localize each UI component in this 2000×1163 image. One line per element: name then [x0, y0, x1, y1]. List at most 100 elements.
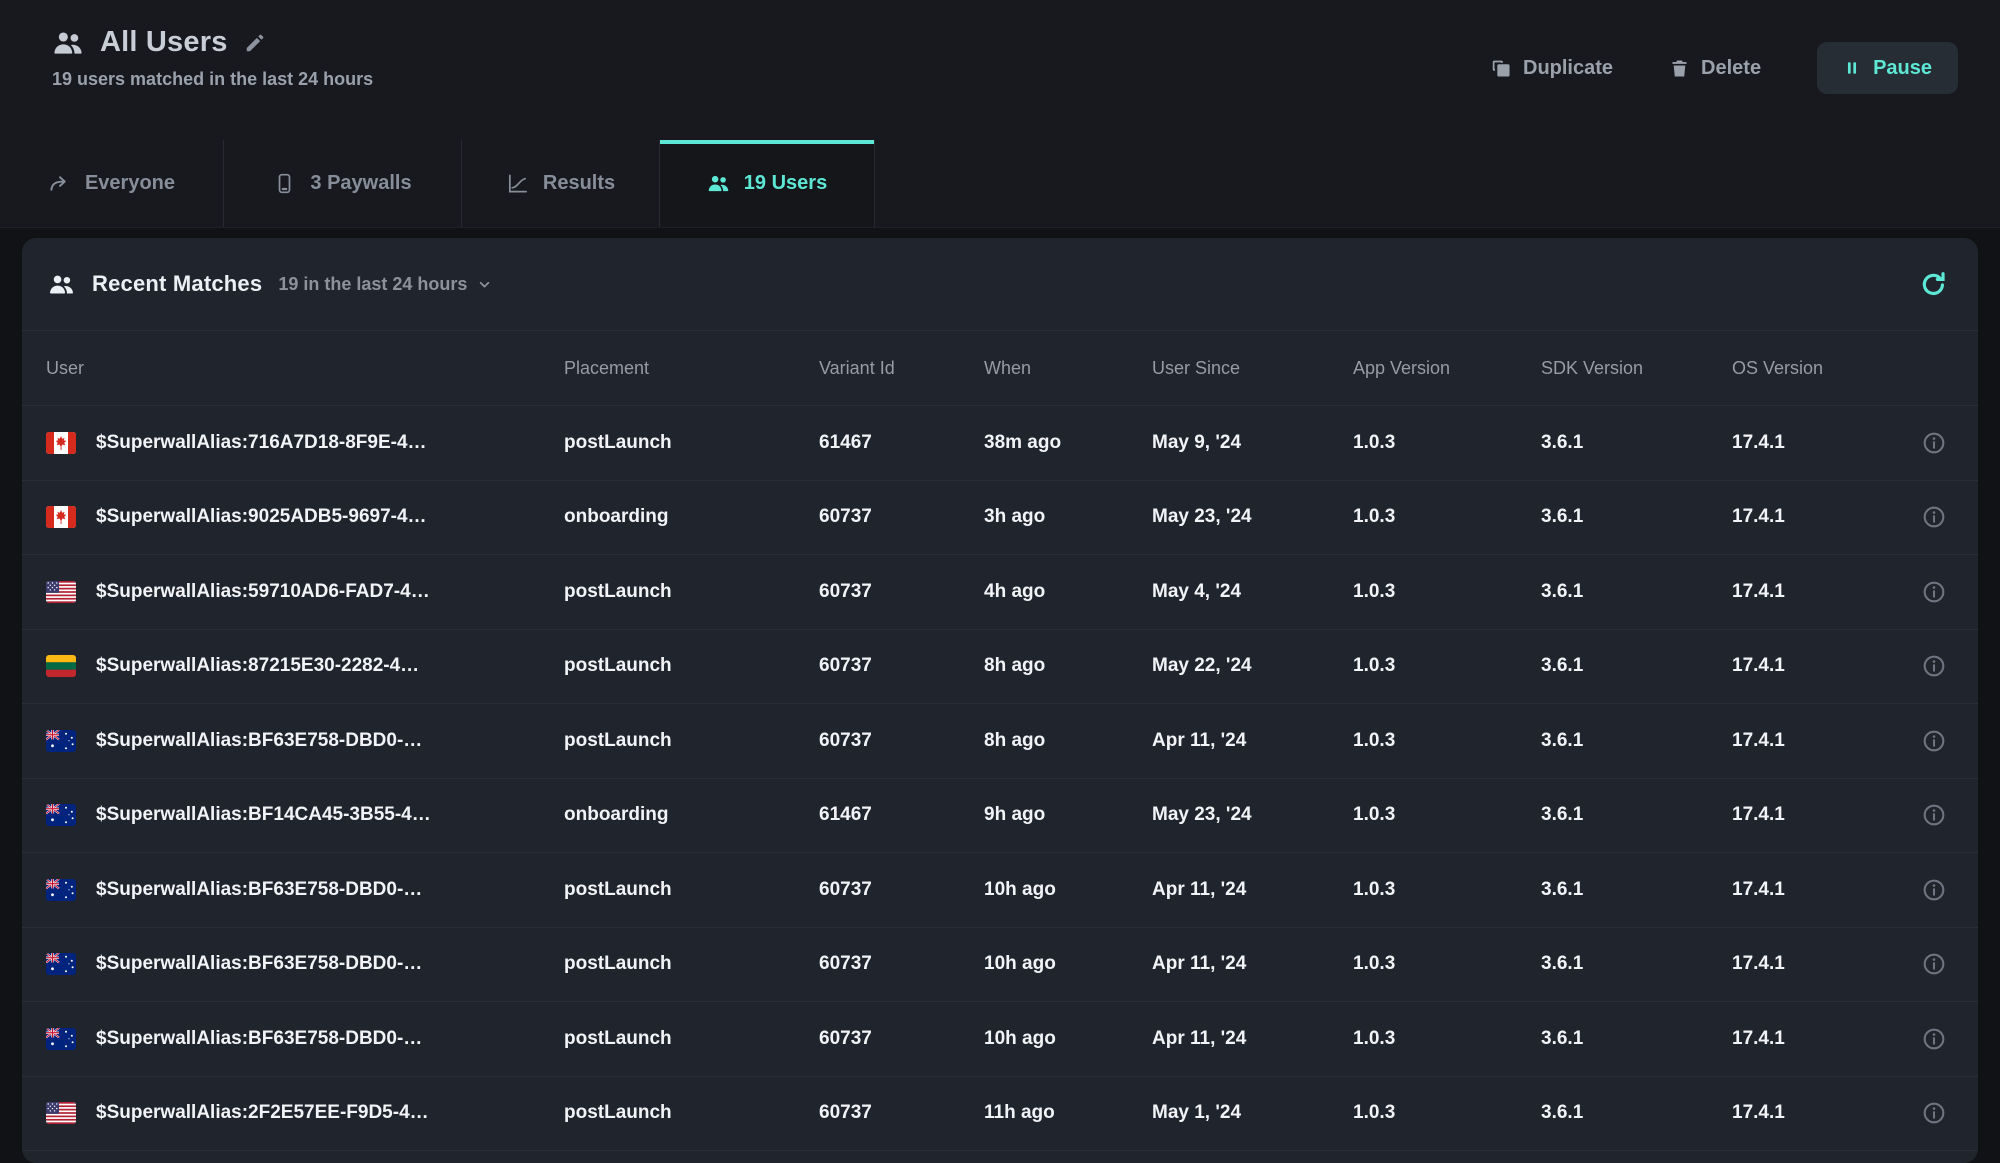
variant-id-cell: 60737 [819, 506, 984, 528]
recent-matches-card: Recent Matches 19 in the last 24 hours U… [22, 238, 1978, 1163]
app-version-cell: 1.0.3 [1353, 655, 1541, 677]
duplicate-icon [1491, 58, 1512, 79]
user-alias: $SuperwallAlias:87215E30-2282-4… [96, 655, 419, 677]
table-row[interactable]: $SuperwallAlias:2F2E57EE-F9D5-4… postLau… [22, 1076, 1978, 1151]
edit-pencil-icon[interactable] [244, 32, 266, 54]
sdk-version-cell: 3.6.1 [1541, 879, 1732, 901]
info-icon[interactable] [1921, 802, 1947, 828]
column-header: When [984, 358, 1152, 379]
placement-cell: onboarding [564, 506, 819, 528]
canada-flag-icon [46, 506, 76, 528]
main-area: Recent Matches 19 in the last 24 hours U… [0, 228, 2000, 1163]
info-icon[interactable] [1921, 653, 1947, 679]
app-version-cell: 1.0.3 [1353, 953, 1541, 975]
usa-flag-icon [46, 581, 76, 603]
sdk-version-cell: 3.6.1 [1541, 953, 1732, 975]
users-icon [48, 271, 75, 298]
tab-results[interactable]: Results [462, 140, 660, 227]
info-icon[interactable] [1921, 877, 1947, 903]
info-icon[interactable] [1921, 504, 1947, 530]
when-cell: 4h ago [984, 581, 1152, 603]
table-body: $SuperwallAlias:716A7D18-8F9E-4… postLau… [22, 405, 1978, 1150]
user-alias: $SuperwallAlias:BF14CA45-3B55-4… [96, 804, 431, 826]
user-since-cell: Apr 11, '24 [1152, 953, 1353, 975]
column-header: OS Version [1732, 358, 1914, 379]
australia-flag-icon [46, 804, 76, 826]
australia-flag-icon [46, 730, 76, 752]
info-icon[interactable] [1921, 728, 1947, 754]
when-cell: 8h ago [984, 730, 1152, 752]
tab-19-users[interactable]: 19 Users [660, 140, 875, 227]
table-row[interactable]: $SuperwallAlias:BF63E758-DBD0-… postLaun… [22, 1001, 1978, 1076]
user-alias: $SuperwallAlias:BF63E758-DBD0-… [96, 879, 422, 901]
app-version-cell: 1.0.3 [1353, 879, 1541, 901]
os-version-cell: 17.4.1 [1732, 432, 1914, 454]
info-icon[interactable] [1921, 1100, 1947, 1126]
when-cell: 38m ago [984, 432, 1152, 454]
range-dropdown[interactable]: 19 in the last 24 hours [278, 274, 493, 295]
user-alias: $SuperwallAlias:BF63E758-DBD0-… [96, 730, 422, 752]
sdk-version-cell: 3.6.1 [1541, 730, 1732, 752]
when-cell: 11h ago [984, 1102, 1152, 1124]
user-since-cell: Apr 11, '24 [1152, 879, 1353, 901]
os-version-cell: 17.4.1 [1732, 1028, 1914, 1050]
table-row[interactable]: $SuperwallAlias:87215E30-2282-4… postLau… [22, 629, 1978, 704]
sdk-version-cell: 3.6.1 [1541, 432, 1732, 454]
table-row[interactable]: $SuperwallAlias:BF14CA45-3B55-4… onboard… [22, 778, 1978, 853]
tab-everyone[interactable]: Everyone [0, 140, 224, 227]
duplicate-button[interactable]: Duplicate [1491, 57, 1613, 80]
variant-id-cell: 60737 [819, 879, 984, 901]
user-since-cell: Apr 11, '24 [1152, 730, 1353, 752]
app-version-cell: 1.0.3 [1353, 804, 1541, 826]
tab-3-paywalls[interactable]: 3 Paywalls [224, 140, 462, 227]
user-since-cell: May 23, '24 [1152, 804, 1353, 826]
table-row[interactable]: $SuperwallAlias:BF63E758-DBD0-… postLaun… [22, 703, 1978, 778]
share-icon [48, 172, 71, 195]
table-row[interactable]: $SuperwallAlias:716A7D18-8F9E-4… postLau… [22, 405, 1978, 480]
table-row[interactable]: $SuperwallAlias:BF63E758-DBD0-… postLaun… [22, 852, 1978, 927]
app-version-cell: 1.0.3 [1353, 730, 1541, 752]
australia-flag-icon [46, 953, 76, 975]
phone-icon [273, 172, 296, 195]
delete-button[interactable]: Delete [1669, 57, 1761, 80]
sdk-version-cell: 3.6.1 [1541, 804, 1732, 826]
user-since-cell: May 9, '24 [1152, 432, 1353, 454]
info-icon[interactable] [1921, 1026, 1947, 1052]
placement-cell: postLaunch [564, 730, 819, 752]
os-version-cell: 17.4.1 [1732, 1102, 1914, 1124]
table-row[interactable]: $SuperwallAlias:BF63E758-DBD0-… postLaun… [22, 927, 1978, 1002]
user-since-cell: May 23, '24 [1152, 506, 1353, 528]
column-header: User Since [1152, 358, 1353, 379]
info-icon[interactable] [1921, 579, 1947, 605]
sdk-version-cell: 3.6.1 [1541, 1102, 1732, 1124]
placement-cell: postLaunch [564, 655, 819, 677]
os-version-cell: 17.4.1 [1732, 804, 1914, 826]
sdk-version-cell: 3.6.1 [1541, 506, 1732, 528]
info-icon[interactable] [1921, 430, 1947, 456]
user-alias: $SuperwallAlias:BF63E758-DBD0-… [96, 953, 422, 975]
sdk-version-cell: 3.6.1 [1541, 581, 1732, 603]
table-row[interactable]: $SuperwallAlias:9025ADB5-9697-4… onboard… [22, 480, 1978, 555]
placement-cell: postLaunch [564, 1102, 819, 1124]
os-version-cell: 17.4.1 [1732, 730, 1914, 752]
pause-button[interactable]: Pause [1817, 42, 1958, 94]
column-header: Placement [564, 358, 819, 379]
info-icon[interactable] [1921, 951, 1947, 977]
placement-cell: postLaunch [564, 953, 819, 975]
table-column-headers: User Placement Variant Id When User Sinc… [22, 330, 1978, 405]
placement-cell: postLaunch [564, 432, 819, 454]
refresh-button[interactable] [1915, 266, 1952, 303]
refresh-icon [1919, 270, 1948, 299]
users-icon [52, 27, 84, 59]
user-alias: $SuperwallAlias:716A7D18-8F9E-4… [96, 432, 427, 454]
card-header: Recent Matches 19 in the last 24 hours [22, 238, 1978, 330]
table-row[interactable]: $SuperwallAlias:59710AD6-FAD7-4… postLau… [22, 554, 1978, 629]
pause-icon [1843, 59, 1861, 77]
column-header: User [46, 358, 564, 379]
variant-id-cell: 60737 [819, 581, 984, 603]
column-header: Variant Id [819, 358, 984, 379]
variant-id-cell: 60737 [819, 953, 984, 975]
when-cell: 3h ago [984, 506, 1152, 528]
app-version-cell: 1.0.3 [1353, 581, 1541, 603]
variant-id-cell: 61467 [819, 804, 984, 826]
